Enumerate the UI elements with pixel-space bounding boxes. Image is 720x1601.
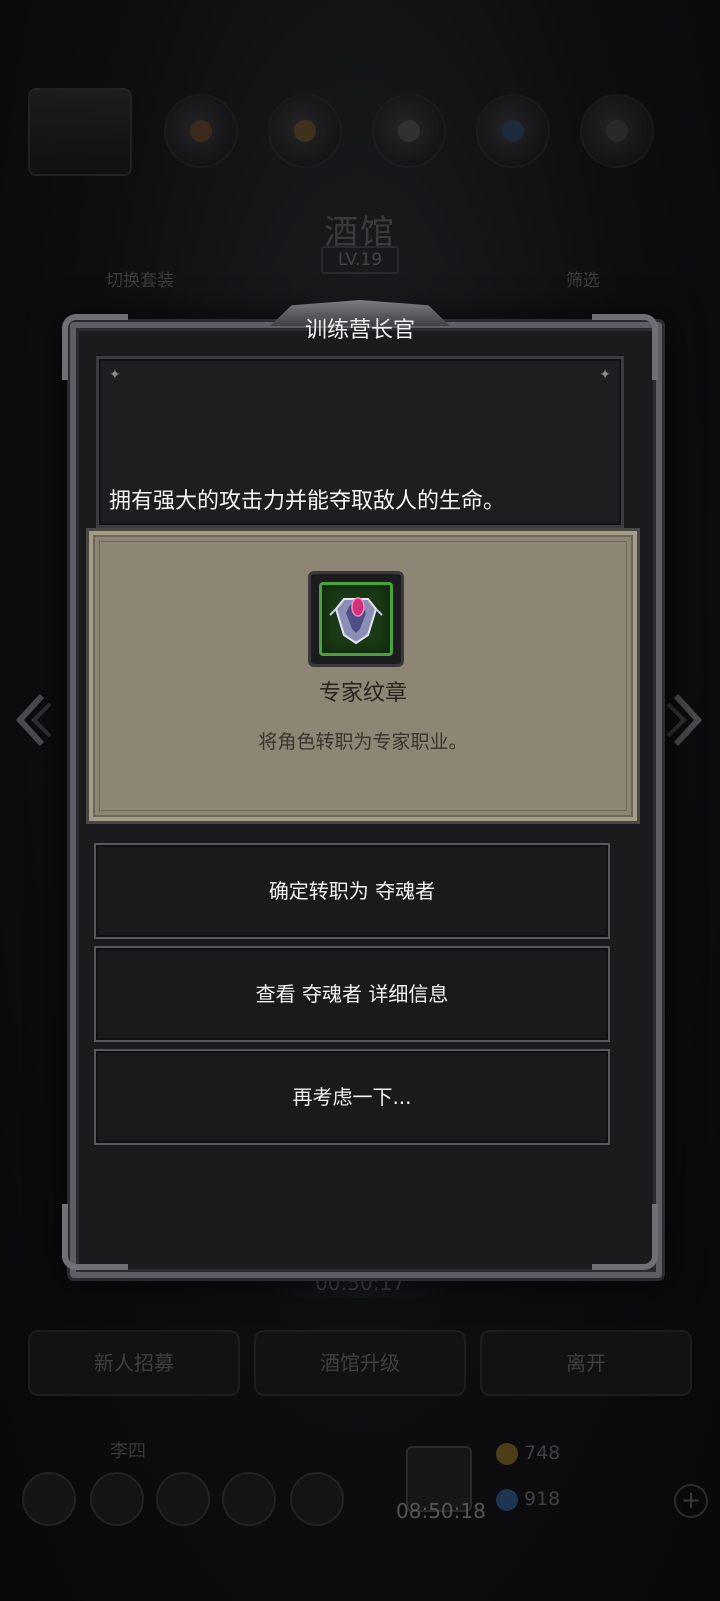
tab-warrior-icon [164, 94, 238, 168]
gold-counter: 748 [496, 1442, 560, 1465]
gem-icon [496, 1488, 518, 1511]
tab-rogue-icon [580, 94, 654, 168]
job-change-dialog: 训练营长官 ✦ ✦ 拥有强大的攻击力并能夺取敌人的生命。 专家纹章 将角色转职为… [62, 300, 662, 1278]
menu-icon-3 [156, 1472, 210, 1526]
menu-icon-1 [22, 1472, 76, 1526]
sparkle-icon: ✦ [109, 367, 121, 383]
sparkle-icon: ✦ [599, 367, 611, 383]
tavern-action-bar: 新人招募 酒馆升级 离开 [0, 1330, 720, 1400]
recruit-button: 新人招募 [28, 1330, 240, 1396]
tab-mage-icon [476, 94, 550, 168]
emblem-icon [319, 582, 393, 656]
menu-icon-4 [222, 1472, 276, 1526]
frame-corner-ornament [592, 1204, 658, 1270]
confirm-job-change-button[interactable]: 确定转职为 夺魂者 [94, 843, 610, 939]
switch-set-label: 切换套装 [106, 271, 174, 291]
category-tabs [0, 88, 720, 176]
gem-amount: 918 [524, 1488, 561, 1510]
npc-description: 拥有强大的攻击力并能夺取敌人的生命。 [109, 489, 506, 514]
npc-speech-panel: ✦ ✦ 拥有强大的攻击力并能夺取敌人的生命。 [96, 356, 624, 528]
next-arrow-icon[interactable] [666, 690, 706, 750]
item-name: 专家纹章 [318, 681, 407, 706]
view-details-button[interactable]: 查看 夺魂者 详细信息 [94, 946, 610, 1042]
view-details-label: 查看 夺魂者 详细信息 [255, 982, 449, 1006]
add-currency-icon: + [674, 1484, 708, 1518]
upgrade-tavern-button: 酒馆升级 [254, 1330, 466, 1396]
menu-icon-5 [290, 1472, 344, 1526]
item-icon-frame [308, 571, 404, 667]
leave-button: 离开 [480, 1330, 692, 1396]
tab-archer-icon [268, 94, 342, 168]
dialog-title: 训练营长官 [304, 318, 415, 343]
tab-knight-icon [372, 94, 446, 168]
gem-counter: 918 [496, 1488, 560, 1511]
gold-coin-icon [496, 1442, 518, 1465]
item-card: 专家纹章 将角色转职为专家职业。 [86, 528, 640, 824]
menu-icon-2 [90, 1472, 144, 1526]
filter-label: 筛选 [566, 271, 600, 291]
confirm-job-change-label: 确定转职为 夺魂者 [268, 879, 436, 903]
frame-corner-ornament [62, 1204, 128, 1270]
reconsider-label: 再考虑一下... [292, 1085, 412, 1109]
tab-all-icon [28, 88, 132, 176]
chest-timer: 08:50:18 [396, 1499, 486, 1523]
prev-arrow-icon[interactable] [12, 690, 52, 750]
gold-amount: 748 [524, 1442, 561, 1464]
player-name: 李四 [110, 1441, 146, 1462]
item-description: 将角色转职为专家职业。 [258, 731, 468, 753]
reconsider-button[interactable]: 再考虑一下... [94, 1049, 610, 1145]
tavern-level: LV.19 [321, 246, 399, 274]
